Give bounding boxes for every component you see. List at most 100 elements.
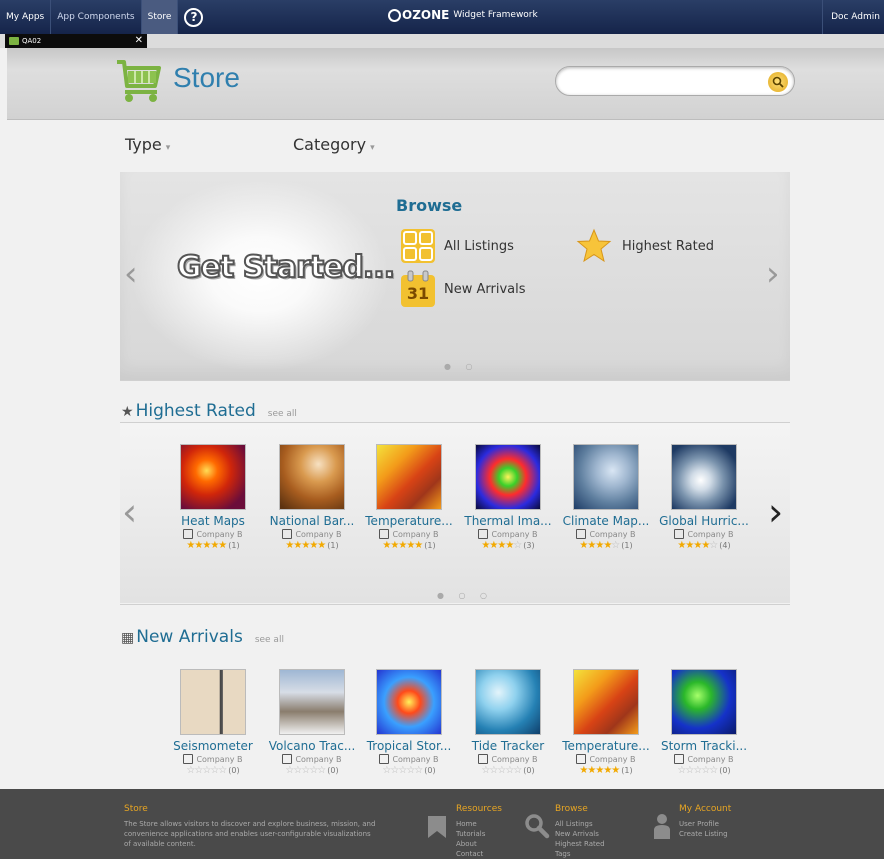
nav-app-components[interactable]: App Components	[51, 0, 142, 34]
widget-tab-qa02[interactable]: QA02 ✕	[5, 34, 147, 48]
footer-link-user-profile[interactable]: User Profile	[679, 819, 728, 829]
company-checkbox[interactable]	[576, 754, 587, 764]
company-checkbox[interactable]	[478, 529, 489, 539]
footer-link-tags[interactable]: Tags	[555, 849, 605, 859]
listing-thumbnail[interactable]	[180, 444, 246, 510]
nav-my-apps[interactable]: My Apps	[0, 0, 52, 34]
company-checkbox[interactable]	[674, 754, 685, 764]
browse-highest-rated[interactable]: Highest Rated	[576, 228, 714, 264]
listing-thumbnail[interactable]	[376, 669, 442, 735]
company-checkbox[interactable]	[379, 754, 390, 764]
company-checkbox[interactable]	[379, 529, 390, 539]
new-arrival-card[interactable]: Seismometer Company B ☆☆☆☆☆ (0)	[165, 669, 261, 776]
rating-star-icon: ☆	[414, 765, 423, 776]
listing-name[interactable]: Global Hurric...	[656, 514, 752, 528]
new-arrival-card[interactable]: Volcano Trac... Company B ☆☆☆☆☆ (0)	[264, 669, 360, 776]
type-filter[interactable]: Type ▾	[125, 135, 170, 154]
listing-name[interactable]: Heat Maps	[165, 514, 261, 528]
rating-count: (4)	[719, 541, 731, 550]
search-input[interactable]	[568, 68, 768, 94]
brand-logo: OZONE Widget Framework	[388, 8, 538, 22]
listing-rating: ★★★★★ (1)	[264, 540, 360, 551]
highest-rated-card[interactable]: Temperature... Company B ★★★★★ (1)	[361, 444, 457, 551]
highest-rated-card[interactable]: Climate Map... Company B ★★★★☆ (1)	[558, 444, 654, 551]
listing-name[interactable]: Thermal Ima...	[460, 514, 556, 528]
company-name: Company B	[295, 529, 342, 539]
company-checkbox[interactable]	[183, 529, 194, 539]
listing-thumbnail[interactable]	[279, 669, 345, 735]
search-button[interactable]	[768, 72, 788, 92]
listing-name[interactable]: Tide Tracker	[460, 739, 556, 753]
listing-name[interactable]: Climate Map...	[558, 514, 654, 528]
footer-store-text-line: The Store allows visitors to discover an…	[124, 820, 376, 828]
rating-star-icon: ☆	[218, 765, 227, 776]
company-checkbox[interactable]	[674, 529, 685, 539]
listing-name[interactable]: Seismometer	[165, 739, 261, 753]
rating-star-icon: ☆	[513, 540, 522, 551]
company-checkbox[interactable]	[282, 529, 293, 539]
highest-rated-card[interactable]: Heat Maps Company B ★★★★★ (1)	[165, 444, 261, 551]
new-arrival-card[interactable]: Tropical Stor... Company B ☆☆☆☆☆ (0)	[361, 669, 457, 776]
nav-store[interactable]: Store	[141, 0, 179, 34]
listing-thumbnail[interactable]	[573, 444, 639, 510]
carousel-next-arrow[interactable]: ›	[766, 254, 780, 294]
highest-rated-prev-arrow[interactable]: ‹	[122, 490, 137, 534]
company-checkbox[interactable]	[183, 754, 194, 764]
company-checkbox[interactable]	[576, 529, 587, 539]
footer-link-all-listings[interactable]: All Listings	[555, 819, 605, 829]
listing-thumbnail[interactable]	[180, 669, 246, 735]
browse-all-listings[interactable]: All Listings	[400, 228, 514, 264]
highest-rated-label: Highest Rated	[622, 238, 714, 254]
footer-link-about[interactable]: About	[456, 839, 485, 849]
listing-name[interactable]: Storm Tracki...	[656, 739, 752, 753]
rating-count: (0)	[228, 766, 240, 775]
company-checkbox[interactable]	[282, 754, 293, 764]
listing-thumbnail[interactable]	[475, 444, 541, 510]
highest-rated-card[interactable]: Global Hurric... Company B ★★★★☆ (4)	[656, 444, 752, 551]
browse-new-arrivals[interactable]: 31 New Arrivals	[400, 270, 526, 308]
new-arrival-card[interactable]: Storm Tracki... Company B ☆☆☆☆☆ (0)	[656, 669, 752, 776]
listing-thumbnail[interactable]	[475, 669, 541, 735]
footer-link-contact[interactable]: Contact	[456, 849, 485, 859]
company-checkbox[interactable]	[478, 754, 489, 764]
footer-store-title: Store	[124, 804, 148, 814]
new-arrivals-title: New Arrivals	[136, 627, 243, 647]
highest-rated-pager[interactable]: ● ○ ○	[437, 591, 493, 600]
new-arrival-card[interactable]: Tide Tracker Company B ☆☆☆☆☆ (0)	[460, 669, 556, 776]
listing-name[interactable]: Volcano Trac...	[264, 739, 360, 753]
listing-name[interactable]: Temperature...	[361, 514, 457, 528]
footer-link-tutorials[interactable]: Tutorials	[456, 829, 485, 839]
listing-name[interactable]: Temperature...	[558, 739, 654, 753]
carousel-pager[interactable]: ● ○	[444, 362, 479, 371]
footer-store-text-line: of available content.	[124, 840, 196, 848]
listing-name[interactable]: National Bar...	[264, 514, 360, 528]
listing-thumbnail[interactable]	[376, 444, 442, 510]
listing-thumbnail[interactable]	[573, 669, 639, 735]
footer-link-new-arrivals[interactable]: New Arrivals	[555, 829, 605, 839]
highest-rated-card[interactable]: Thermal Ima... Company B ★★★★☆ (3)	[460, 444, 556, 551]
listing-company: Company B	[656, 754, 752, 764]
listing-rating: ☆☆☆☆☆ (0)	[264, 765, 360, 776]
help-icon[interactable]: ?	[184, 7, 204, 27]
listing-thumbnail[interactable]	[671, 669, 737, 735]
footer-link-create-listing[interactable]: Create Listing	[679, 829, 728, 839]
new-arrival-card[interactable]: Temperature... Company B ★★★★★ (1)	[558, 669, 654, 776]
listing-name[interactable]: Tropical Stor...	[361, 739, 457, 753]
category-filter[interactable]: Category ▾	[293, 135, 375, 154]
see-all-link[interactable]: see all	[268, 409, 297, 419]
user-menu[interactable]: Doc Admin	[822, 0, 880, 34]
calendar-icon: ▦	[121, 630, 135, 646]
highest-rated-card[interactable]: National Bar... Company B ★★★★★ (1)	[264, 444, 360, 551]
footer-link-highest-rated[interactable]: Highest Rated	[555, 839, 605, 849]
divider	[120, 604, 790, 605]
carousel-prev-arrow[interactable]: ‹	[124, 254, 138, 294]
cart-icon	[9, 37, 19, 45]
listing-thumbnail[interactable]	[671, 444, 737, 510]
rating-count: (0)	[327, 766, 339, 775]
divider	[120, 380, 790, 381]
footer-link-home[interactable]: Home	[456, 819, 485, 829]
close-icon[interactable]: ✕	[135, 34, 143, 48]
listing-thumbnail[interactable]	[279, 444, 345, 510]
highest-rated-next-arrow[interactable]: ›	[768, 490, 783, 534]
see-all-link[interactable]: see all	[255, 635, 284, 645]
